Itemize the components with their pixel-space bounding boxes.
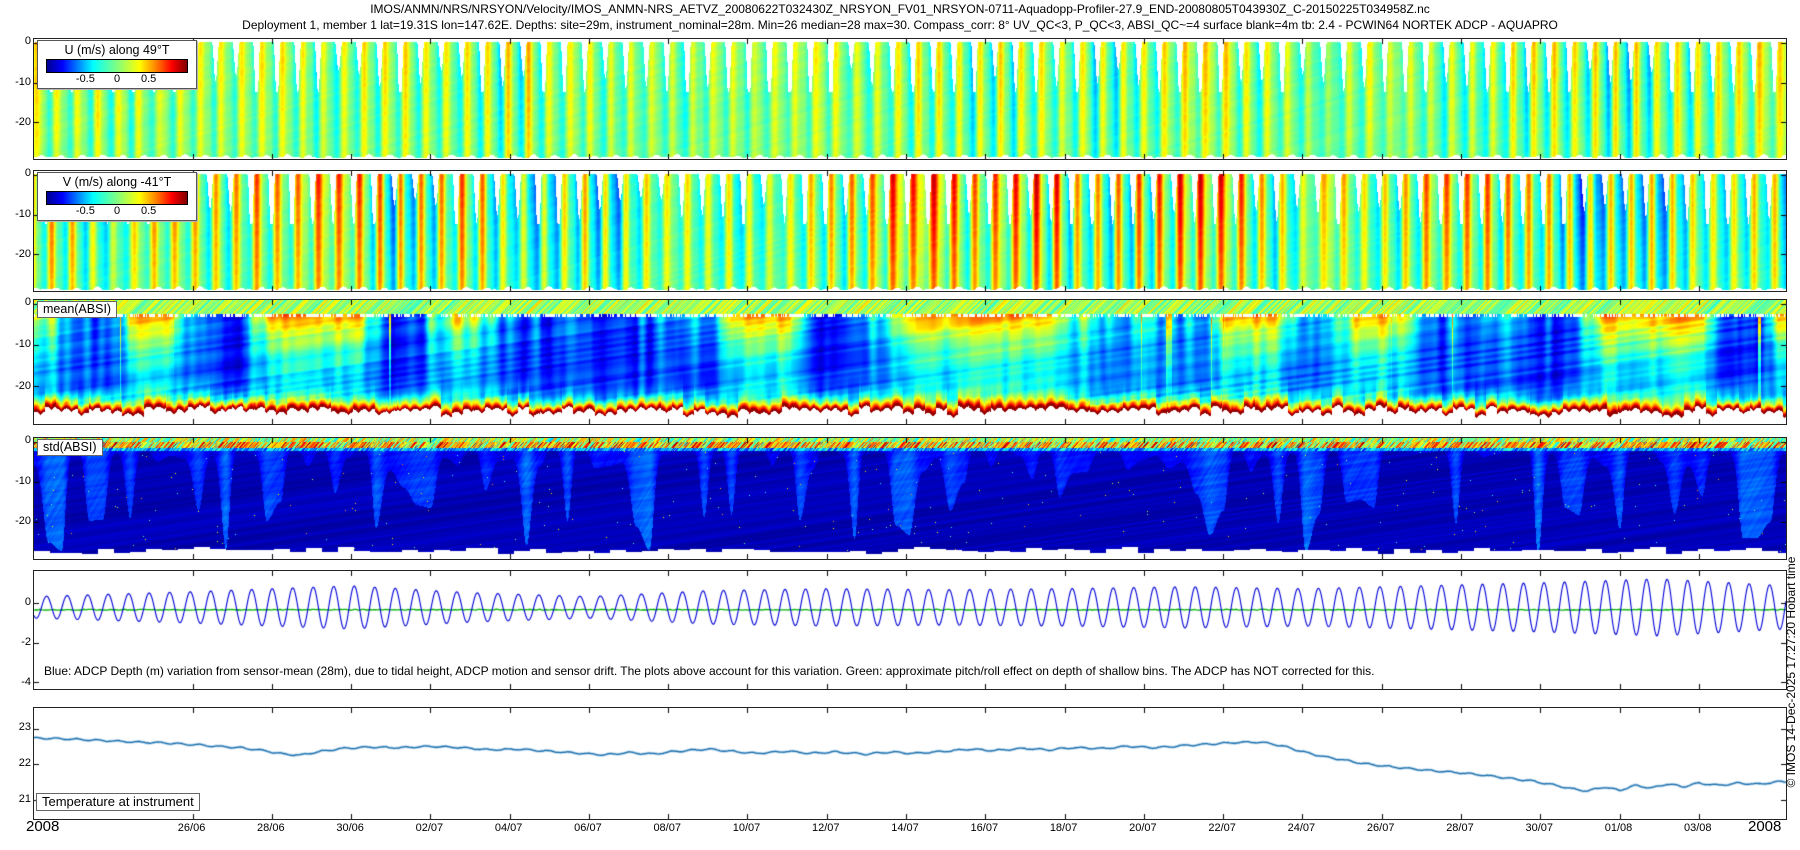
x-tick-label: 30/07 [1525,822,1553,834]
y-tick-label: -20 [2,515,31,527]
colorbar-tick-label: 0 [114,73,120,85]
x-tick-label: 10/07 [733,822,761,834]
y-tick-label: 0 [2,434,31,446]
y-tick-label: 22 [2,757,31,769]
x-axis-year-left: 2008 [26,818,59,835]
mean-absi-heatmap-canvas [34,300,1786,424]
y-tick-label: 0 [2,167,31,179]
x-tick-label: 08/07 [653,822,681,834]
colorbar-tick-label: 0.5 [141,73,156,85]
u-colorbar-gradient [46,59,188,73]
x-tick-label: 01/08 [1605,822,1633,834]
figure-title-line1: IMOS/ANMN/NRS/NRSYON/Velocity/IMOS_ANMN-… [0,2,1800,16]
x-tick-label: 12/07 [812,822,840,834]
u-colorbar-tick-labels: -0.5 0 0.5 [38,73,196,88]
temperature-panel [33,707,1787,820]
y-tick-label: -4 [2,676,31,688]
figure-title-line2: Deployment 1, member 1 lat=19.31S lon=14… [0,18,1800,32]
x-tick-label: 22/07 [1208,822,1236,834]
mean-absi-panel [33,299,1787,425]
std-absi-panel [33,437,1787,560]
colorbar-tick-label: 0 [114,205,120,217]
u-legend-title: U (m/s) along 49°T [38,41,196,58]
y-tick-label: 0 [2,35,31,47]
u-velocity-heatmap-canvas [34,39,1786,159]
y-tick-label: 23 [2,721,31,733]
y-tick-label: -10 [2,208,31,220]
x-tick-label: 28/06 [257,822,285,834]
x-tick-label: 04/07 [495,822,523,834]
y-tick-label: -20 [2,380,31,392]
y-tick-label: -20 [2,116,31,128]
y-tick-label: 21 [2,793,31,805]
colorbar-tick-label: -0.5 [76,73,95,85]
x-tick-label: 16/07 [971,822,999,834]
y-tick-label: 0 [2,296,31,308]
y-tick-label: 0 [2,596,31,608]
y-tick-label: -10 [2,338,31,350]
x-tick-label: 03/08 [1684,822,1712,834]
x-axis-year-right: 2008 [1748,818,1781,835]
x-tick-label: 02/07 [416,822,444,834]
std-absi-label: std(ABSI) [37,439,103,456]
v-velocity-panel [33,170,1787,292]
x-tick-label: 20/07 [1129,822,1157,834]
copyright-watermark: © IMOS 14-Dec-2025 17:27:20 Hobart time [1784,557,1798,788]
y-tick-label: -10 [2,475,31,487]
v-colorbar-tick-labels: -0.5 0 0.5 [38,205,196,220]
v-velocity-heatmap-canvas [34,171,1786,291]
x-tick-label: 28/07 [1446,822,1474,834]
temperature-line-canvas [34,708,1786,819]
v-legend-title: V (m/s) along -41°T [38,173,196,190]
y-tick-label: -2 [2,636,31,648]
mean-absi-label: mean(ABSI) [37,301,117,318]
x-tick-label: 26/07 [1367,822,1395,834]
colorbar-tick-label: -0.5 [76,205,95,217]
temperature-label: Temperature at instrument [36,793,200,811]
x-tick-label: 26/06 [178,822,206,834]
x-tick-label: 18/07 [1050,822,1078,834]
v-colorbar-legend: V (m/s) along -41°T -0.5 0 0.5 [37,172,197,221]
y-tick-label: -10 [2,76,31,88]
u-velocity-panel [33,38,1787,160]
depth-variation-caption: Blue: ADCP Depth (m) variation from sens… [44,664,1374,678]
std-absi-heatmap-canvas [34,438,1786,559]
colorbar-tick-label: 0.5 [141,205,156,217]
y-tick-label: -20 [2,248,31,260]
u-colorbar-legend: U (m/s) along 49°T -0.5 0 0.5 [37,40,197,89]
x-tick-label: 14/07 [891,822,919,834]
x-tick-label: 06/07 [574,822,602,834]
v-colorbar-gradient [46,191,188,205]
x-tick-label: 30/06 [336,822,364,834]
x-tick-label: 24/07 [1288,822,1316,834]
